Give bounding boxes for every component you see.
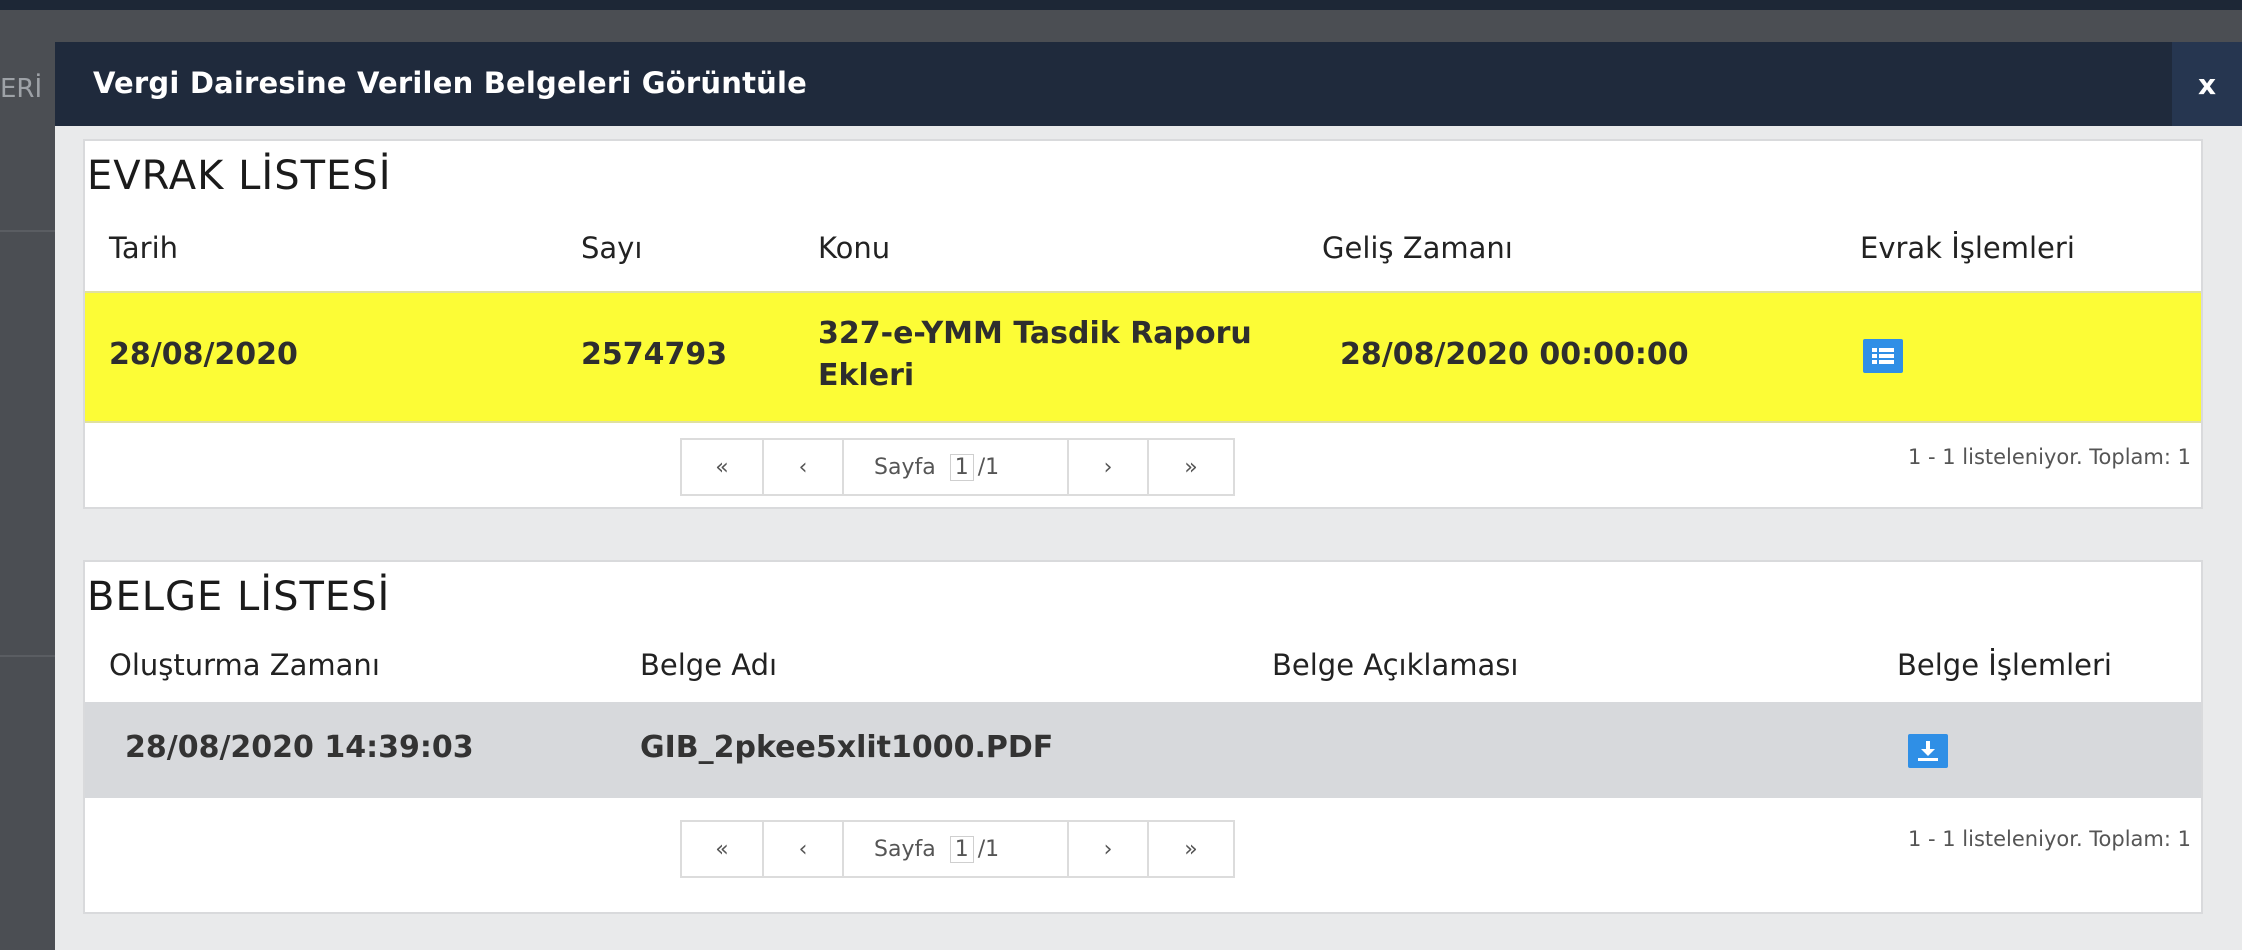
cell-gelis-zamani: 28/08/2020 00:00:00 — [1340, 337, 1689, 372]
prev-page-button[interactable]: ‹ — [764, 440, 844, 494]
evrak-summary: 1 - 1 listeleniyor. Toplam: 1 — [1907, 445, 2191, 469]
evrak-list-title: EVRAK LİSTESİ — [87, 153, 392, 199]
column-header-belge-islemleri: Belge İşlemleri — [1897, 648, 2112, 682]
background-partial-text: ERİ — [0, 74, 43, 104]
evrak-list-panel: EVRAK LİSTESİ Tarih Sayı Konu Geliş Zama… — [83, 139, 2203, 509]
next-page-button[interactable]: › — [1069, 440, 1149, 494]
belge-summary: 1 - 1 listeleniyor. Toplam: 1 — [1907, 827, 2191, 851]
cell-konu: 327-e-YMM Tasdik Raporu Ekleri — [818, 316, 1252, 393]
page-number-input[interactable]: 1 — [949, 453, 974, 481]
column-header-evrak-islemleri: Evrak İşlemleri — [1860, 231, 2075, 265]
page-label: Sayfa — [874, 836, 936, 862]
cell-sayi: 2574793 — [581, 337, 728, 372]
page-number-input[interactable]: 1 — [949, 835, 974, 863]
prev-page-button[interactable]: ‹ — [764, 822, 844, 876]
table-row[interactable]: 28/08/2020 2574793 327-e-YMM Tasdik Rapo… — [85, 291, 2201, 423]
last-page-button[interactable]: » — [1149, 822, 1233, 876]
belge-list-title: BELGE LİSTESİ — [87, 574, 391, 620]
cell-olusturma-zamani: 28/08/2020 14:39:03 — [125, 730, 474, 765]
column-header-belge-aciklamasi: Belge Açıklaması — [1272, 648, 1519, 682]
download-icon[interactable] — [1908, 734, 1948, 768]
column-header-olusturma-zamani: Oluşturma Zamanı — [109, 648, 380, 682]
next-page-button[interactable]: › — [1069, 822, 1149, 876]
first-page-button[interactable]: « — [682, 822, 764, 876]
belge-list-panel: BELGE LİSTESİ Oluşturma Zamanı Belge Adı… — [83, 560, 2203, 914]
column-header-sayi: Sayı — [581, 231, 643, 265]
table-row[interactable]: 28/08/2020 14:39:03 GIB_2pkee5xlit1000.P… — [85, 702, 2201, 798]
column-header-gelis-zamani: Geliş Zamanı — [1322, 231, 1513, 265]
page-total: /1 — [977, 454, 1000, 480]
page-label: Sayfa — [874, 454, 936, 480]
last-page-button[interactable]: » — [1149, 440, 1233, 494]
page-indicator: Sayfa 1 /1 — [844, 440, 1069, 494]
column-header-konu: Konu — [818, 231, 891, 265]
list-icon[interactable] — [1863, 339, 1903, 373]
background-divider — [0, 230, 60, 232]
cell-tarih: 28/08/2020 — [109, 337, 298, 372]
close-button[interactable]: x — [2172, 42, 2242, 126]
evrak-pagination: « ‹ Sayfa 1 /1 › » — [680, 438, 1235, 496]
page-indicator: Sayfa 1 /1 — [844, 822, 1069, 876]
column-header-tarih: Tarih — [109, 231, 179, 265]
first-page-button[interactable]: « — [682, 440, 764, 494]
belge-pagination: « ‹ Sayfa 1 /1 › » — [680, 820, 1235, 878]
modal-title: Vergi Dairesine Verilen Belgeleri Görünt… — [93, 66, 808, 100]
page-total: /1 — [977, 836, 1000, 862]
background-divider — [0, 655, 60, 657]
documents-modal: Vergi Dairesine Verilen Belgeleri Görünt… — [55, 42, 2242, 950]
cell-belge-adi: GIB_2pkee5xlit1000.PDF — [640, 730, 1054, 765]
modal-header: Vergi Dairesine Verilen Belgeleri Görünt… — [55, 42, 2242, 126]
background-topbar — [0, 0, 2242, 10]
column-header-belge-adi: Belge Adı — [640, 648, 778, 682]
